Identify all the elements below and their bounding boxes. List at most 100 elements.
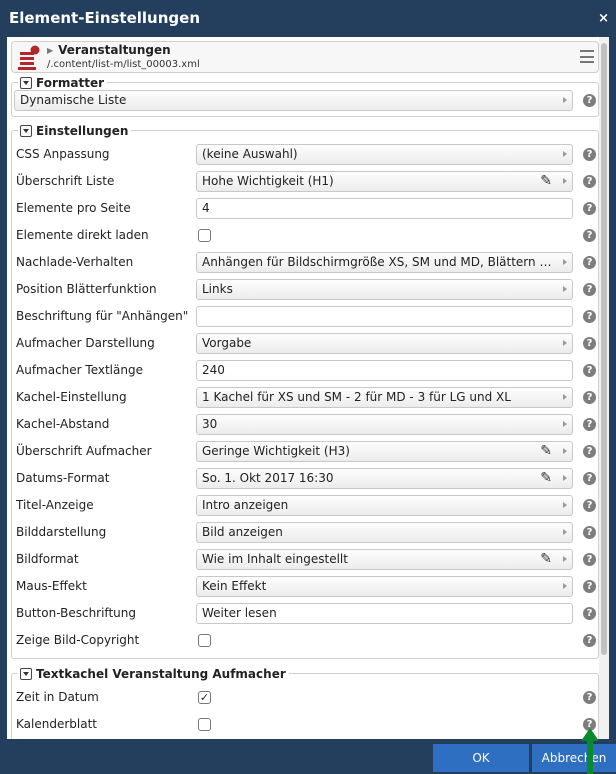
help-icon[interactable]: ? — [583, 607, 596, 620]
select-arrow-icon — [563, 394, 567, 400]
field-value: 4 — [202, 201, 210, 215]
settings-legend-text: Einstellungen — [36, 124, 129, 138]
select-ueberschrift-liste[interactable]: Hohe Wichtigkeit (H1) ✎ — [196, 171, 573, 192]
help-icon[interactable]: ? — [583, 445, 596, 458]
select-arrow-icon — [563, 448, 567, 454]
help-icon[interactable]: ? — [583, 499, 596, 512]
textkachel-legend[interactable]: Textkachel Veranstaltung Aufmacher — [18, 666, 289, 682]
select-arrow-icon — [563, 502, 567, 508]
collapse-toggle-icon[interactable] — [20, 668, 32, 680]
field-value: Kein Effekt — [202, 579, 267, 593]
field-label: Aufmacher Darstellung — [16, 336, 155, 350]
help-icon[interactable]: ? — [583, 391, 596, 404]
select-arrow-icon — [563, 475, 567, 481]
row-aufmacher-textlaenge: Aufmacher Textlänge 240? — [12, 357, 600, 384]
field-value: 240 — [202, 363, 225, 377]
help-icon[interactable]: ? — [583, 229, 596, 242]
checkbox-zeit-in-datum[interactable]: ✓ — [198, 691, 211, 704]
field-value: 30 — [202, 417, 218, 431]
field-value: Anhängen für Bildschirmgröße XS, SM und … — [202, 255, 572, 269]
select-kachel-abstand[interactable]: 30 — [196, 414, 573, 435]
input-elemente-pro-seite[interactable]: 4 — [196, 198, 573, 219]
row-zeit-in-datum: Zeit in Datum ✓? — [12, 684, 600, 711]
select-datums-format[interactable]: So. 1. Okt 2017 16:30 ✎ — [196, 468, 573, 489]
select-aufmacher-darstellung[interactable]: Vorgabe — [196, 333, 573, 354]
pencil-icon[interactable]: ✎ — [540, 470, 552, 487]
resource-path: /.content/list-m/list_00003.xml — [47, 59, 200, 70]
row-kachel-abstand: Kachel-Abstand 30? — [12, 411, 600, 438]
resource-info-box: ▶ Veranstaltungen /.content/list-m/list_0… — [11, 41, 599, 73]
help-icon[interactable]: ? — [583, 283, 596, 296]
select-titel-anzeige[interactable]: Intro anzeigen — [196, 495, 573, 516]
help-icon[interactable]: ? — [583, 418, 596, 431]
field-label: Zeit in Datum — [16, 690, 99, 704]
field-label: Zeige Bild-Copyright — [16, 633, 140, 647]
help-icon[interactable]: ? — [583, 526, 596, 539]
help-icon[interactable]: ? — [583, 553, 596, 566]
settings-legend[interactable]: Einstellungen — [18, 123, 132, 139]
help-icon[interactable]: ? — [583, 364, 596, 377]
close-icon[interactable]: × — [598, 0, 609, 37]
help-icon[interactable]: ? — [583, 337, 596, 350]
select-arrow-icon — [563, 583, 567, 589]
help-icon[interactable]: ? — [583, 202, 596, 215]
help-icon[interactable]: ? — [583, 310, 596, 323]
select-css-anpassung[interactable]: (keine Auswahl) — [196, 144, 573, 165]
select-arrow-icon — [563, 340, 567, 346]
formatter-row: Dynamische Liste ? — [12, 87, 600, 114]
help-icon[interactable]: ? — [583, 256, 596, 269]
scrollbar-thumb[interactable] — [601, 43, 607, 655]
textkachel-legend-text: Textkachel Veranstaltung Aufmacher — [36, 667, 286, 681]
help-icon[interactable]: ? — [583, 175, 596, 188]
row-beschriftung-fuer-anhaengen: Beschriftung für "Anhängen"? — [12, 303, 600, 330]
field-label: Titel-Anzeige — [16, 498, 94, 512]
input-aufmacher-textlaenge[interactable]: 240 — [196, 360, 573, 381]
field-value: Bild anzeigen — [202, 525, 283, 539]
pencil-icon[interactable]: ✎ — [540, 173, 552, 190]
field-label: Überschrift Aufmacher — [16, 444, 152, 458]
ok-button[interactable]: OK — [433, 744, 529, 772]
select-kachel-einstellung[interactable]: 1 Kachel für XS und SM - 2 für MD - 3 fü… — [196, 387, 573, 408]
input-button-beschriftung[interactable]: Weiter lesen — [196, 603, 573, 624]
scrollbar[interactable] — [599, 37, 609, 739]
select-bildformat[interactable]: Wie im Inhalt eingestellt ✎ — [196, 549, 573, 570]
expand-triangle-icon[interactable]: ▶ — [47, 46, 53, 55]
pencil-icon[interactable]: ✎ — [540, 443, 552, 460]
select-arrow-icon — [563, 556, 567, 562]
help-icon[interactable]: ? — [583, 634, 596, 647]
help-icon[interactable]: ? — [583, 472, 596, 485]
field-value: (keine Auswahl) — [202, 147, 298, 161]
pencil-icon[interactable]: ✎ — [540, 551, 552, 568]
checkbox-kalenderblatt[interactable] — [198, 718, 211, 731]
row-maus-effekt: Maus-Effekt Kein Effekt? — [12, 573, 600, 600]
menu-icon[interactable] — [580, 50, 594, 63]
formatter-select[interactable]: Dynamische Liste — [14, 90, 573, 111]
collapse-toggle-icon[interactable] — [20, 125, 32, 137]
help-icon[interactable]: ? — [583, 148, 596, 161]
field-label: Überschrift Liste — [16, 174, 115, 188]
field-value: Geringe Wichtigkeit (H3) — [202, 444, 350, 458]
field-label: Maus-Effekt — [16, 579, 87, 593]
field-value: Weiter lesen — [202, 606, 277, 620]
select-arrow-icon — [563, 421, 567, 427]
cancel-button[interactable]: Abbrechen — [532, 744, 616, 772]
row-nachlade-verhalten: Nachlade-Verhalten Anhängen für Bildschir… — [12, 249, 600, 276]
help-icon[interactable]: ? — [583, 94, 596, 107]
resource-title[interactable]: ▶ Veranstaltungen — [47, 43, 171, 57]
help-icon[interactable]: ? — [583, 691, 596, 704]
select-nachlade-verhalten[interactable]: Anhängen für Bildschirmgröße XS, SM und … — [196, 252, 573, 273]
field-label: Kachel-Abstand — [16, 417, 110, 431]
select-bilddarstellung[interactable]: Bild anzeigen — [196, 522, 573, 543]
input-beschriftung-fuer-anhaengen[interactable] — [196, 306, 573, 327]
field-label: Button-Beschriftung — [16, 606, 136, 620]
select-position-blaetterfunktion[interactable]: Links — [196, 279, 573, 300]
checkbox-elemente-direkt-laden[interactable] — [198, 229, 211, 242]
help-icon[interactable]: ? — [583, 580, 596, 593]
field-label: Kalenderblatt — [16, 717, 97, 731]
checkbox-zeige-bild-copyright[interactable] — [198, 634, 211, 647]
list-resource-icon — [18, 45, 40, 70]
select-ueberschrift-aufmacher[interactable]: Geringe Wichtigkeit (H3) ✎ — [196, 441, 573, 462]
row-datums-format: Datums-Format So. 1. Okt 2017 16:30 ✎? — [12, 465, 600, 492]
row-ueberschrift-aufmacher: Überschrift Aufmacher Geringe Wichtigkeit… — [12, 438, 600, 465]
select-maus-effekt[interactable]: Kein Effekt — [196, 576, 573, 597]
